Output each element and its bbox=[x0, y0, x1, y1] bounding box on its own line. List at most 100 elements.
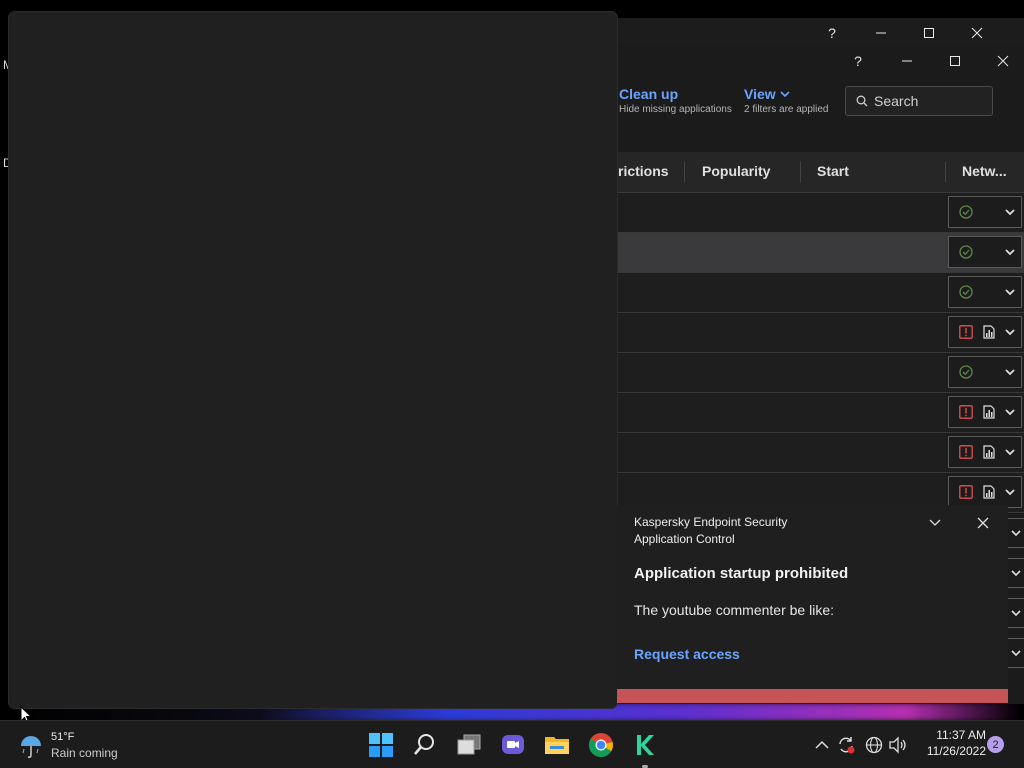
warning-icon bbox=[959, 325, 973, 339]
chevron-down-icon bbox=[1004, 245, 1016, 257]
windows-start-icon bbox=[369, 733, 393, 757]
row-dropdown-button[interactable] bbox=[1006, 638, 1024, 668]
warning-icon bbox=[959, 405, 973, 419]
search-icon bbox=[414, 734, 434, 755]
allowed-check-icon bbox=[959, 365, 973, 379]
chevron-down-icon bbox=[1010, 610, 1021, 617]
task-view-button[interactable] bbox=[456, 732, 482, 758]
network-rule-dropdown[interactable] bbox=[948, 356, 1022, 388]
grid-header: rictions Popularity Start Netw... bbox=[600, 152, 1024, 193]
warning-icon bbox=[959, 445, 973, 459]
view-label: View bbox=[744, 86, 776, 102]
chevron-down-icon bbox=[1004, 445, 1016, 457]
table-row[interactable] bbox=[600, 393, 1024, 433]
kaspersky-taskbar-button[interactable] bbox=[632, 732, 658, 768]
close-button[interactable] bbox=[985, 47, 1021, 75]
chat-button[interactable] bbox=[500, 732, 526, 758]
report-icon bbox=[982, 325, 996, 339]
clock-time: 11:37 AM bbox=[936, 728, 986, 742]
row-dropdown-button[interactable] bbox=[1006, 518, 1024, 548]
help-button[interactable]: ? bbox=[814, 19, 850, 47]
column-separator[interactable] bbox=[800, 162, 801, 182]
help-button[interactable]: ? bbox=[840, 47, 876, 75]
start-button[interactable] bbox=[368, 732, 394, 758]
network-tray-button[interactable] bbox=[864, 735, 884, 755]
collapse-notification-button[interactable] bbox=[925, 513, 945, 533]
minimize-button[interactable] bbox=[889, 47, 925, 75]
network-rule-dropdown[interactable] bbox=[948, 236, 1022, 268]
cleanup-label: Clean up bbox=[619, 86, 679, 102]
table-row[interactable] bbox=[600, 433, 1024, 473]
cleanup-subtitle: Hide missing applications bbox=[619, 104, 732, 115]
chrome-button[interactable] bbox=[588, 732, 614, 758]
file-explorer-icon bbox=[545, 737, 569, 754]
report-icon bbox=[982, 445, 996, 459]
chevron-down-icon bbox=[1010, 650, 1021, 657]
table-row[interactable] bbox=[600, 353, 1024, 393]
cleanup-button[interactable]: Clean up Hide missing applications bbox=[619, 86, 732, 115]
chevron-down-icon bbox=[1004, 205, 1016, 217]
weather-widget[interactable]: 51°F Rain coming bbox=[16, 729, 136, 761]
volume-tray-button[interactable] bbox=[888, 735, 908, 755]
maximize-button[interactable] bbox=[937, 47, 973, 75]
close-icon bbox=[977, 517, 989, 529]
taskbar-search-button[interactable] bbox=[412, 732, 438, 758]
clock[interactable]: 11:37 AM 11/26/2022 bbox=[916, 727, 986, 759]
warning-icon bbox=[959, 485, 973, 499]
table-row[interactable] bbox=[600, 313, 1024, 353]
chevron-down-icon bbox=[1004, 365, 1016, 377]
view-button[interactable]: View 2 filters are applied bbox=[744, 86, 829, 115]
maximize-icon bbox=[950, 56, 960, 66]
chevron-down-icon bbox=[1010, 530, 1021, 537]
chevron-up-icon bbox=[815, 740, 829, 749]
network-rule-dropdown[interactable] bbox=[948, 476, 1022, 508]
sync-tray-button[interactable] bbox=[836, 735, 856, 755]
close-icon bbox=[971, 27, 983, 39]
column-popularity[interactable]: Popularity bbox=[702, 163, 770, 179]
weather-temperature: 51°F bbox=[51, 731, 75, 743]
close-button[interactable] bbox=[959, 19, 995, 47]
file-explorer-button[interactable] bbox=[544, 732, 570, 758]
notification-count-badge[interactable]: 2 bbox=[987, 736, 1004, 753]
row-dropdown-button[interactable] bbox=[1006, 598, 1024, 628]
minimize-button[interactable] bbox=[863, 19, 899, 47]
column-start[interactable]: Start bbox=[817, 163, 849, 179]
maximize-icon bbox=[924, 28, 934, 38]
notification-app-name: Kaspersky Endpoint Security bbox=[634, 515, 788, 529]
column-network[interactable]: Netw... bbox=[962, 163, 1007, 179]
network-rule-dropdown[interactable] bbox=[948, 436, 1022, 468]
speaker-icon bbox=[889, 736, 906, 754]
network-rule-dropdown[interactable] bbox=[948, 276, 1022, 308]
notification-title: Application startup prohibited bbox=[634, 565, 849, 582]
row-dropdown-button[interactable] bbox=[1006, 558, 1024, 588]
network-rule-dropdown[interactable] bbox=[948, 196, 1022, 228]
rain-umbrella-icon bbox=[21, 736, 41, 758]
chat-icon bbox=[502, 735, 524, 754]
maximize-button[interactable] bbox=[911, 19, 947, 47]
show-hidden-icons-button[interactable] bbox=[812, 735, 832, 755]
weather-description: Rain coming bbox=[51, 746, 118, 760]
report-icon bbox=[982, 485, 996, 499]
sync-icon bbox=[839, 737, 855, 754]
view-subtitle: 2 filters are applied bbox=[744, 104, 829, 115]
column-separator[interactable] bbox=[684, 162, 685, 182]
report-icon bbox=[982, 405, 996, 419]
task-view-icon bbox=[457, 734, 481, 755]
request-access-link[interactable]: Request access bbox=[634, 646, 740, 662]
help-icon: ? bbox=[854, 53, 862, 69]
search-input[interactable]: Search bbox=[845, 86, 993, 116]
table-row[interactable] bbox=[600, 273, 1024, 313]
globe-icon bbox=[865, 736, 883, 754]
chevron-down-icon bbox=[1004, 325, 1016, 337]
table-row[interactable] bbox=[600, 193, 1024, 233]
column-separator[interactable] bbox=[945, 162, 946, 182]
column-restrictions[interactable]: rictions bbox=[618, 163, 669, 179]
close-notification-button[interactable] bbox=[973, 513, 993, 533]
network-rule-dropdown[interactable] bbox=[948, 316, 1022, 348]
close-icon bbox=[997, 55, 1009, 67]
notification-toast[interactable]: Kaspersky Endpoint Security Application … bbox=[617, 505, 1008, 703]
allowed-check-icon bbox=[959, 245, 973, 259]
chevron-down-icon bbox=[1004, 405, 1016, 417]
table-row[interactable] bbox=[600, 233, 1024, 273]
network-rule-dropdown[interactable] bbox=[948, 396, 1022, 428]
